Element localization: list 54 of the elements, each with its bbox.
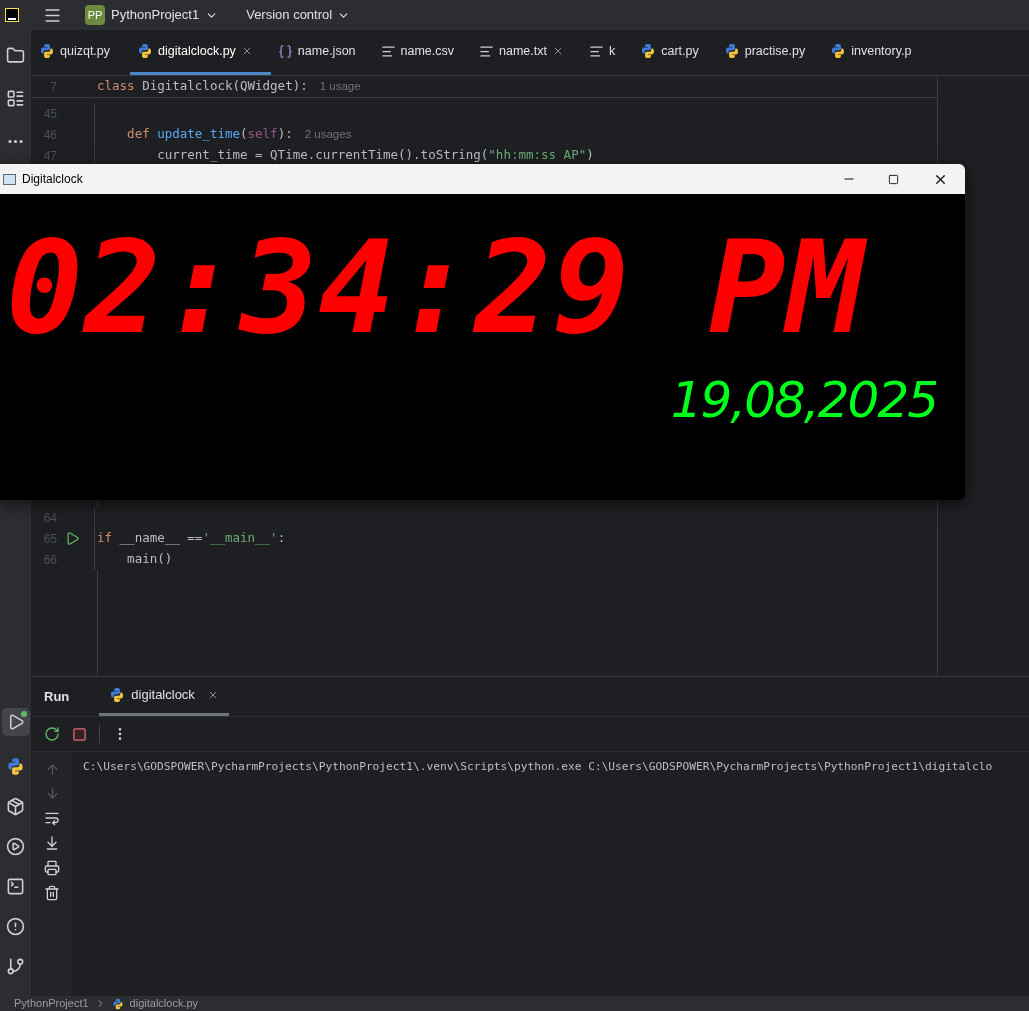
stop-icon[interactable] — [72, 726, 87, 742]
clock-date: 19,08,2025 — [670, 372, 937, 428]
editor-tab[interactable]: inventory.p — [823, 30, 930, 75]
editor-tab[interactable]: name.txt — [472, 30, 582, 75]
editor-tab[interactable]: name.csv — [373, 30, 473, 75]
editor-tab[interactable]: k — [582, 30, 634, 75]
run-tool-button[interactable] — [1, 708, 30, 736]
breadcrumb-project[interactable]: PythonProject1 — [14, 995, 89, 1011]
terminal-icon[interactable] — [6, 877, 25, 896]
trash-icon[interactable] — [44, 885, 60, 901]
run-tab[interactable]: digitalclock — [99, 677, 229, 716]
app-logo-icon — [5, 8, 19, 22]
text-file-icon — [380, 43, 396, 59]
python-logo-icon — [109, 687, 126, 703]
python-logo-icon — [137, 43, 154, 59]
text-file-icon — [589, 43, 604, 59]
window-title: Digitalclock — [22, 171, 83, 188]
window-app-icon — [3, 173, 16, 185]
scroll-to-end-icon[interactable] — [44, 835, 60, 851]
clock-time: 02:34:29 PM — [6, 218, 895, 358]
problems-icon[interactable] — [6, 917, 25, 936]
braces-icon — [277, 43, 293, 59]
text-file-icon — [479, 43, 495, 59]
python-logo-icon — [723, 43, 740, 59]
editor-tab[interactable]: practise.py — [716, 30, 824, 75]
python-logo-icon — [6, 757, 25, 776]
console-output: C:\Users\GODSPOWER\PycharmProjects\PythonProject1\.venv\Scripts\python.exe C:\Users\GODSPOWER\PycharmProjects\PythonProject1\digitalclo — [83, 759, 994, 775]
structure-icon[interactable] — [6, 89, 25, 108]
editor-tab[interactable]: quizqt.py — [32, 30, 131, 75]
editor-tab[interactable]: digitalclock.py — [130, 30, 271, 75]
run-panel-title: Run — [44, 687, 71, 706]
editor-tab[interactable]: name.json — [270, 30, 374, 75]
version-control-menu[interactable]: Version control — [246, 5, 351, 25]
python-logo-icon — [111, 997, 124, 1010]
python-logo-icon — [830, 43, 847, 59]
code-line: def update_time(self): — [126, 125, 293, 144]
folder-icon[interactable] — [6, 46, 25, 65]
project-selector[interactable]: PP PythonProject1 — [85, 5, 219, 25]
usages-hint[interactable]: 2 usages — [304, 125, 352, 144]
rerun-icon[interactable] — [44, 726, 60, 742]
breadcrumb-file[interactable]: digitalclock.py — [129, 995, 199, 1011]
python-logo-icon — [640, 43, 657, 59]
run-gutter-icon[interactable] — [65, 531, 80, 546]
code-line: current_time = QTime.currentTime().toString("hh:mm:ss AP") — [156, 146, 594, 165]
maximize-icon[interactable] — [888, 173, 899, 185]
python-logo-icon — [39, 43, 55, 59]
code-line: main() — [126, 550, 173, 569]
soft-wrap-icon[interactable] — [44, 810, 60, 826]
editor-tab[interactable]: cart.py — [633, 30, 717, 75]
services-icon[interactable] — [6, 837, 25, 856]
print-icon[interactable] — [44, 860, 60, 876]
git-branch-icon[interactable] — [6, 957, 25, 976]
code-line: if __name__ =='__main__': — [97, 529, 286, 548]
python-packages-icon[interactable] — [6, 797, 25, 816]
